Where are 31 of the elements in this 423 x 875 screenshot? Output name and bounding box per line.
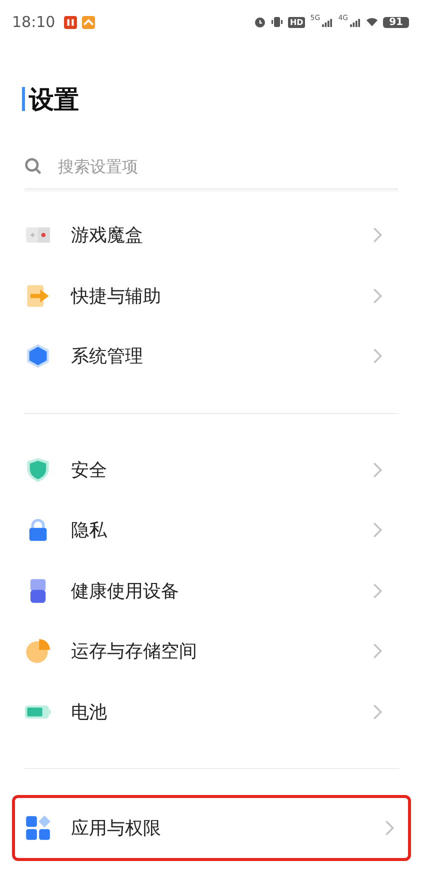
status-time: 18:10 <box>12 13 56 31</box>
search-field[interactable]: 搜索设置项 <box>56 156 399 176</box>
settings-item[interactable]: 隐私 <box>0 500 411 560</box>
chevron-icon <box>373 288 382 304</box>
chevron-icon <box>373 227 382 244</box>
settings-item[interactable]: 系统管理 <box>0 326 411 386</box>
settings-item[interactable]: 应用与权限 <box>12 795 411 861</box>
settings-item[interactable]: 健康使用设备 <box>0 560 411 621</box>
settings-item[interactable]: 电池 <box>0 682 411 742</box>
app-icon <box>82 16 96 28</box>
signal-icon <box>322 18 334 26</box>
chevron-icon <box>385 820 394 836</box>
alarm-icon <box>254 16 266 28</box>
settings-item[interactable]: 游戏魔盒 <box>0 205 411 266</box>
vibrate-icon <box>270 16 283 28</box>
settings-item[interactable]: 运存与存储空间 <box>0 621 411 682</box>
app-icon <box>64 16 78 28</box>
settings-item[interactable]: 快捷与辅助 <box>0 266 411 326</box>
page-title: 设置 <box>29 84 79 116</box>
chevron-icon <box>373 704 382 720</box>
battery-indicator: 91 <box>383 16 409 28</box>
chevron-icon <box>373 582 382 599</box>
chevron-icon <box>373 348 382 364</box>
hd-badge: HD <box>288 16 306 28</box>
signal-icon <box>350 18 362 26</box>
wifi-icon <box>366 16 378 28</box>
search-icon <box>24 157 42 175</box>
settings-item[interactable]: 安全 <box>0 440 411 500</box>
chevron-icon <box>373 643 382 660</box>
chevron-icon <box>373 462 382 478</box>
chevron-icon <box>373 522 382 538</box>
